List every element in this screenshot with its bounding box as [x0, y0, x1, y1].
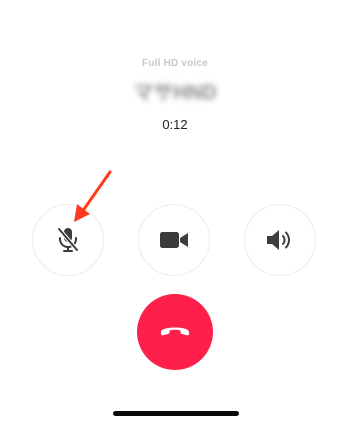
video-button[interactable]	[138, 204, 210, 276]
speaker-button[interactable]	[244, 204, 316, 276]
end-call-button[interactable]	[137, 294, 213, 370]
video-camera-icon	[159, 230, 189, 250]
voice-quality-label: Full HD voice	[142, 58, 208, 69]
call-timer: 0:12	[162, 117, 188, 132]
annotation-arrow	[66, 168, 116, 231]
home-indicator[interactable]	[113, 411, 239, 416]
speaker-icon	[265, 228, 295, 252]
caller-name: マサHND	[133, 82, 217, 104]
phone-hangup-icon	[159, 323, 191, 342]
